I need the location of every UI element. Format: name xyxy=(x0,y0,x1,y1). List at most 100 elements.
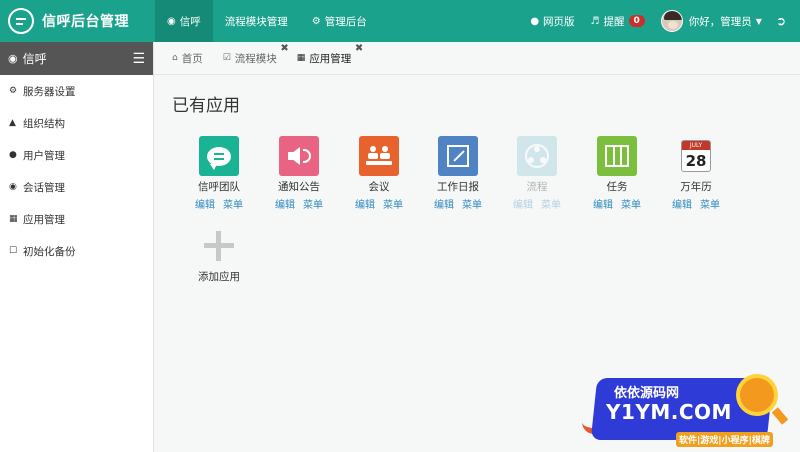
app-menu-link[interactable]: 菜单 xyxy=(462,200,482,211)
topnav-item-xinhu[interactable]: ◉ 信呼 xyxy=(155,0,213,42)
app-card: 工作日报 编辑 菜单 xyxy=(421,136,495,211)
app-menu-link[interactable]: 菜单 xyxy=(541,200,561,211)
app-card: 流程 编辑 菜单 xyxy=(500,136,574,211)
app-edit-link[interactable]: 编辑 xyxy=(195,200,215,211)
user-menu[interactable]: 你好，管理员 ▼ xyxy=(653,10,770,32)
sound-wave-icon xyxy=(302,149,311,163)
tab-bar: ⌂ 首页 ☑ 流程模块 ✖ ▦ 应用管理 ✖ xyxy=(154,42,800,75)
remind-button[interactable]: ♬ 提醒 0 xyxy=(583,14,653,29)
app-icon-meeting[interactable] xyxy=(359,136,399,176)
bell-icon: ♬ xyxy=(590,15,600,27)
app-card: 会议 编辑 菜单 xyxy=(342,136,416,211)
bookmark-icon: ☐ xyxy=(9,246,18,256)
watermark-domain: Y1YM.COM xyxy=(606,400,732,424)
add-app-button[interactable] xyxy=(199,226,239,266)
tab-home[interactable]: ⌂ 首页 xyxy=(164,42,215,75)
close-icon[interactable]: ✖ xyxy=(280,43,288,54)
caret-down-icon: ▼ xyxy=(755,16,762,26)
topnav-label: 信呼 xyxy=(179,15,201,28)
app-icon-flow[interactable] xyxy=(517,136,557,176)
calendar-day: 28 xyxy=(685,152,707,170)
topnav-label: 流程模块管理 xyxy=(224,15,288,28)
app-card: JULY 28 万年历 编辑 菜单 xyxy=(659,136,733,211)
web-version-link[interactable]: ● 网页版 xyxy=(522,14,582,29)
tab-label: 首页 xyxy=(181,52,203,65)
topnav-item-flow-modules[interactable]: 流程模块管理 xyxy=(213,0,300,42)
tab-flow-modules[interactable]: ☑ 流程模块 ✖ xyxy=(215,42,289,75)
app-menu-link[interactable]: 菜单 xyxy=(700,200,720,211)
menu-toggle-icon[interactable]: ☰ xyxy=(132,51,145,67)
sidebar-item-init-backup[interactable]: ☐ 初始化备份 xyxy=(0,235,153,267)
speaker-icon xyxy=(287,147,300,165)
greeting: 你好，管理员 xyxy=(688,15,752,28)
sidebar-item-label: 组织结构 xyxy=(23,117,65,130)
watermark-title: 依依源码网 xyxy=(614,386,680,401)
sidebar-item-session-management[interactable]: ◉ 会话管理 xyxy=(0,171,153,203)
comments-icon: ◉ xyxy=(9,182,17,192)
sidebar-item-app-management[interactable]: ▦ 应用管理 xyxy=(0,203,153,235)
chat-bubble-icon xyxy=(207,146,231,170)
logout-icon[interactable]: ➲ xyxy=(770,14,792,28)
sidebar-item-label: 用户管理 xyxy=(23,149,65,162)
page-title: 已有应用 xyxy=(172,96,240,116)
calendar-month: JULY xyxy=(682,141,710,150)
top-right: ● 网页版 ♬ 提醒 0 你好，管理员 ▼ ➲ xyxy=(522,0,800,42)
app-name: 工作日报 xyxy=(437,181,479,193)
top-bar: 信呼后台管理 ◉ 信呼 流程模块管理 ⚙ 管理后台 ● 网页版 ♬ 提醒 0 你… xyxy=(0,0,800,42)
close-icon[interactable]: ✖ xyxy=(355,43,363,54)
app-card: 信呼团队 编辑 菜单 xyxy=(182,136,256,211)
chat-icon: ◉ xyxy=(167,15,176,27)
app-name: 万年历 xyxy=(680,181,712,193)
topnav-label: 管理后台 xyxy=(324,15,367,28)
app-icon-chat[interactable] xyxy=(199,136,239,176)
sidebar-item-user-management[interactable]: ● 用户管理 xyxy=(0,139,153,171)
magnifier-icon xyxy=(736,374,778,416)
globe-icon: ● xyxy=(530,15,540,27)
add-app-card: 添加应用 xyxy=(182,226,256,284)
meeting-people-icon xyxy=(366,146,392,165)
app-menu-link[interactable]: 菜单 xyxy=(303,200,323,211)
app-edit-link[interactable]: 编辑 xyxy=(593,200,613,211)
sidebar-item-server-settings[interactable]: ⚙ 服务器设置 xyxy=(0,75,153,107)
app-edit-link[interactable]: 编辑 xyxy=(672,200,692,211)
app-menu-link[interactable]: 菜单 xyxy=(223,200,243,211)
remind-label: 提醒 xyxy=(603,15,625,28)
logo-icon xyxy=(8,8,34,34)
sidebar-item-org-structure[interactable]: ▲ 组织结构 xyxy=(0,107,153,139)
app-edit-link[interactable]: 编辑 xyxy=(355,200,375,211)
tab-label: 应用管理 xyxy=(309,52,352,65)
chat-icon: ◉ xyxy=(8,52,18,65)
gear-icon: ⚙ xyxy=(311,15,321,27)
avatar xyxy=(660,10,683,32)
flow-icon xyxy=(525,144,549,168)
top-nav: ◉ 信呼 流程模块管理 ⚙ 管理后台 xyxy=(155,0,379,42)
app-menu-link[interactable]: 菜单 xyxy=(621,200,641,211)
tab-app-management[interactable]: ▦ 应用管理 ✖ xyxy=(289,42,364,75)
user-icon: ● xyxy=(9,150,17,160)
app-name: 任务 xyxy=(606,181,628,193)
app-name: 流程 xyxy=(526,181,548,193)
app-edit-link[interactable]: 编辑 xyxy=(275,200,295,211)
brand[interactable]: 信呼后台管理 xyxy=(0,8,155,34)
app-name: 通知公告 xyxy=(278,181,320,193)
grid-icon: ▦ xyxy=(296,53,306,63)
sidebar-item-label: 会话管理 xyxy=(23,181,65,194)
watermark-logo: 依依源码网 Y1YM.COM 软件|游戏|小程序|棋牌 xyxy=(582,372,798,450)
app-edit-link[interactable]: 编辑 xyxy=(434,200,454,211)
app-menu-link[interactable]: 菜单 xyxy=(383,200,403,211)
sidebar: ◉ 信呼 ☰ ⚙ 服务器设置 ▲ 组织结构 ● 用户管理 ◉ 会话管理 ▦ 应用… xyxy=(0,42,154,452)
app-icon-daily-report[interactable] xyxy=(438,136,478,176)
app-icon-notice[interactable] xyxy=(279,136,319,176)
app-name: 会议 xyxy=(368,181,390,193)
app-edit-link[interactable]: 编辑 xyxy=(513,200,533,211)
tab-label: 流程模块 xyxy=(234,52,277,65)
edit-icon xyxy=(447,145,469,167)
plus-icon xyxy=(204,231,234,261)
map-icon xyxy=(605,145,629,167)
app-name: 信呼团队 xyxy=(198,181,240,193)
topnav-item-admin[interactable]: ⚙ 管理后台 xyxy=(300,0,379,42)
app-card: 任务 编辑 菜单 xyxy=(580,136,654,211)
check-icon: ☑ xyxy=(222,53,231,63)
app-icon-task[interactable] xyxy=(597,136,637,176)
app-icon-calendar[interactable]: JULY 28 xyxy=(676,136,716,176)
